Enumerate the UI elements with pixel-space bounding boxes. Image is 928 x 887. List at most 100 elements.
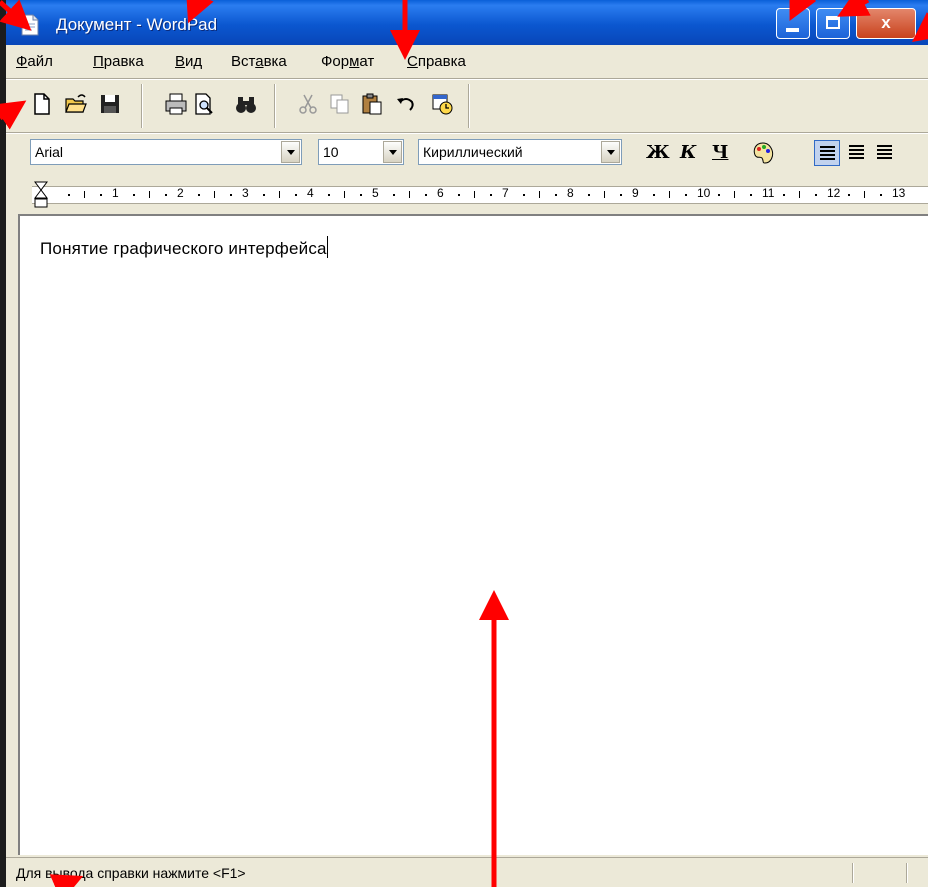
ruler-tick — [669, 191, 670, 198]
align-center-icon — [849, 145, 864, 159]
toolbar-separator — [274, 84, 276, 128]
status-bar: Для вывода справки нажмите <F1> — [6, 857, 928, 887]
cut-scissors-icon[interactable] — [296, 92, 320, 116]
toolbar-separator — [141, 84, 143, 128]
menu-file[interactable]: Файл — [16, 53, 53, 70]
ruler-tick — [458, 194, 460, 196]
print-preview-icon[interactable] — [192, 92, 216, 116]
document-icon — [21, 14, 39, 36]
color-palette-icon[interactable] — [750, 140, 776, 166]
align-center-button[interactable] — [844, 140, 870, 166]
ruler-tick — [165, 194, 167, 196]
ruler-tick — [198, 194, 200, 196]
ruler-number: 8 — [567, 186, 574, 200]
underline-button[interactable]: Ч — [712, 142, 728, 163]
ruler-number: 6 — [437, 186, 444, 200]
ruler-tick — [474, 191, 475, 198]
menu-insert[interactable]: Вставка — [231, 53, 287, 70]
ruler-tick — [295, 194, 297, 196]
font-size-value: 10 — [323, 144, 339, 160]
document-area[interactable]: Понятие графического интерфейса — [18, 214, 928, 855]
ruler-tick — [344, 191, 345, 198]
align-left-button[interactable] — [814, 140, 840, 166]
ruler-number: 9 — [632, 186, 639, 200]
menu-view[interactable]: Вид — [175, 53, 202, 70]
ruler-tick — [815, 194, 817, 196]
ruler[interactable]: 1 2 3 4 5 6 7 8 9 10 11 12 13 — [6, 176, 928, 214]
ruler-tick — [360, 194, 362, 196]
undo-icon[interactable] — [394, 92, 418, 116]
close-button[interactable]: x — [856, 8, 916, 39]
ruler-number: 4 — [307, 186, 314, 200]
chevron-down-icon[interactable] — [601, 141, 620, 163]
ruler-tick — [149, 191, 150, 198]
copy-icon[interactable] — [328, 92, 352, 116]
ruler-tick — [848, 194, 850, 196]
ruler-tick — [523, 194, 525, 196]
window-title: Документ - WordPad — [56, 15, 218, 34]
ruler-tick — [68, 194, 70, 196]
chevron-down-icon[interactable] — [281, 141, 300, 163]
ruler-tick — [799, 191, 800, 198]
ruler-number: 11 — [762, 186, 775, 200]
new-document-icon[interactable] — [30, 92, 54, 116]
menu-format[interactable]: Формат — [321, 53, 374, 70]
close-icon: x — [881, 13, 891, 32]
ruler-tick — [133, 194, 135, 196]
save-disk-icon[interactable] — [98, 92, 122, 116]
font-size-select[interactable]: 10 — [318, 139, 404, 165]
ruler-tick — [718, 194, 720, 196]
ruler-tick — [750, 194, 752, 196]
open-folder-icon[interactable] — [64, 92, 88, 116]
ruler-tick — [328, 194, 330, 196]
wordpad-window: Документ - WordPad x Файл Правка Вид Вст… — [6, 0, 928, 887]
ruler-tick — [620, 194, 622, 196]
ruler-tick — [425, 194, 427, 196]
minimize-button[interactable] — [776, 8, 810, 39]
ruler-tick — [539, 191, 540, 198]
print-icon[interactable] — [164, 92, 188, 116]
menu-help[interactable]: Справка — [407, 53, 466, 70]
ruler-tick — [588, 194, 590, 196]
italic-button[interactable]: К — [680, 142, 696, 163]
ruler-tick — [653, 194, 655, 196]
script-select[interactable]: Кириллический — [418, 139, 622, 165]
ruler-tick — [393, 194, 395, 196]
menu-edit[interactable]: Правка — [93, 53, 144, 70]
ruler-number: 1 — [112, 186, 119, 200]
ruler-number: 7 — [502, 186, 509, 200]
align-right-button[interactable] — [872, 140, 898, 166]
ruler-tick — [685, 194, 687, 196]
ruler-number: 3 — [242, 186, 249, 200]
standard-toolbar — [6, 80, 928, 132]
toolbar-separator — [468, 84, 470, 128]
ruler-number: 12 — [827, 186, 841, 200]
ruler-number: 5 — [372, 186, 379, 200]
title-bar[interactable]: Документ - WordPad x — [6, 0, 928, 45]
font-name-select[interactable]: Arial — [30, 139, 302, 165]
ruler-tick — [214, 191, 215, 198]
ruler-tick — [555, 194, 557, 196]
paste-icon[interactable] — [360, 92, 384, 116]
bold-button[interactable]: Ж — [646, 142, 670, 163]
chevron-down-icon[interactable] — [383, 141, 402, 163]
ruler-number: 10 — [697, 186, 711, 200]
find-binoculars-icon[interactable] — [234, 92, 258, 116]
ruler-tick — [490, 194, 492, 196]
ruler-tick — [783, 194, 785, 196]
status-panel-divider — [906, 863, 908, 883]
menu-bar: Файл Правка Вид Вставка Формат Справка — [6, 45, 928, 78]
ruler-tick — [864, 191, 865, 198]
ruler-tick — [604, 191, 605, 198]
script-value: Кириллический — [423, 144, 523, 160]
align-right-icon — [877, 145, 892, 159]
text-caret — [326, 236, 328, 258]
ruler-tick — [880, 194, 882, 196]
ruler-tick — [263, 194, 265, 196]
document-text[interactable]: Понятие графического интерфейса — [40, 236, 328, 259]
date-time-icon[interactable] — [430, 92, 454, 116]
maximize-button[interactable] — [816, 8, 850, 39]
format-toolbar: Arial 10 Кириллический Ж К Ч — [6, 134, 928, 174]
indent-marker-icon[interactable] — [34, 181, 48, 211]
ruler-number: 13 — [892, 186, 906, 200]
